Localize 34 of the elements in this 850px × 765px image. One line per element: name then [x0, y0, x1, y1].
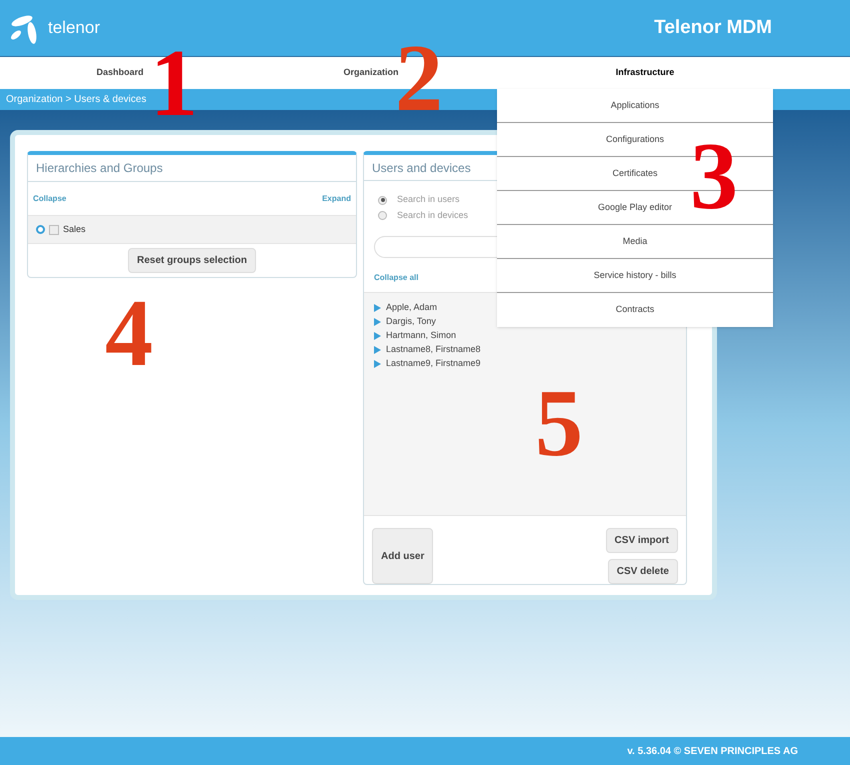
- radio-label: Search in users: [397, 193, 460, 206]
- radio-button[interactable]: [378, 211, 387, 220]
- callout-number: 5: [535, 375, 583, 471]
- version-text: v. 5.36.04 © SEVEN PRINCIPLES AG: [627, 744, 798, 758]
- checkbox[interactable]: [49, 224, 59, 234]
- tree-row[interactable]: Sales: [28, 215, 356, 244]
- logo-text: telenor: [48, 17, 100, 40]
- expand-arrow-icon[interactable]: [374, 318, 381, 326]
- panel-title: Hierarchies and Groups: [36, 160, 163, 177]
- panel-title: Users and devices: [372, 160, 471, 177]
- expand-arrow-icon[interactable]: [374, 360, 381, 368]
- add-user-button[interactable]: Add user: [372, 528, 434, 584]
- user-name[interactable]: Apple, Adam: [386, 301, 438, 315]
- menu-item[interactable]: Media: [497, 225, 773, 259]
- user-name[interactable]: Lastname8, Firstname8: [386, 343, 481, 357]
- expand-arrow-icon[interactable]: [374, 346, 381, 354]
- menu-item[interactable]: Applications: [497, 89, 773, 123]
- expand-arrow-icon[interactable]: [374, 304, 381, 312]
- csv-import-button[interactable]: CSV import: [606, 528, 678, 553]
- callout-number: 4: [105, 285, 153, 381]
- user-name[interactable]: Dargis, Tony: [386, 315, 436, 329]
- app-title: Telenor MDM: [654, 16, 772, 40]
- user-name[interactable]: Hartmann, Simon: [386, 329, 456, 343]
- expand-arrow-icon[interactable]: [374, 332, 381, 340]
- user-name[interactable]: Lastname9, Firstname9: [386, 357, 481, 371]
- expander-icon[interactable]: [36, 225, 45, 234]
- csv-delete-button[interactable]: CSV delete: [608, 559, 678, 584]
- radio-button[interactable]: [378, 196, 387, 205]
- group-label: Sales: [63, 222, 86, 236]
- radio-label: Search in devices: [397, 208, 468, 222]
- menu-item[interactable]: Service history - bills: [497, 259, 773, 293]
- reset-button[interactable]: Reset groups selection: [128, 248, 256, 273]
- menu-item[interactable]: Contracts: [497, 293, 773, 327]
- breadcrumb: Organization > Users & devices: [6, 93, 146, 107]
